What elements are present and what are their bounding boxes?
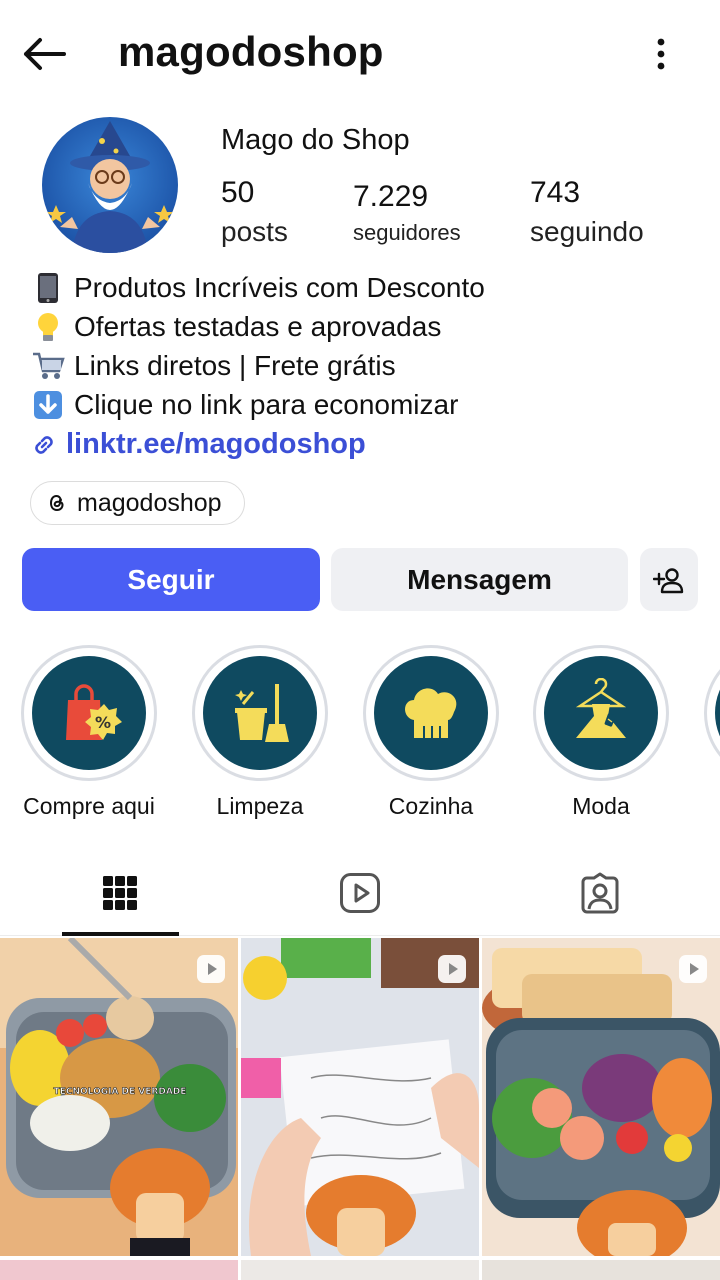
svg-text:%: % — [95, 713, 111, 732]
profile-link[interactable]: linktr.ee/magodoshop — [30, 428, 366, 461]
post-thumbnail[interactable] — [482, 1260, 720, 1280]
post-overlay-text: TECNOLOGIA DE VERDADE — [54, 1087, 187, 1097]
highlight-label: Compre aqui — [23, 793, 155, 819]
highlight-label: Moda — [572, 793, 630, 819]
wizard-avatar-icon — [42, 117, 178, 253]
post-thumbnail[interactable] — [0, 1260, 238, 1280]
stat-followers[interactable]: 7.229 seguidores — [353, 176, 461, 246]
suggest-users-button[interactable] — [640, 548, 698, 611]
link-icon — [35, 435, 53, 454]
more-options-button[interactable] — [640, 30, 682, 78]
posts-label: posts — [221, 216, 288, 247]
follow-button[interactable]: Seguir — [22, 548, 320, 611]
highlight-partial-icon — [715, 656, 720, 770]
lightbulb-emoji-icon — [30, 311, 66, 343]
highlight-partial[interactable]: D — [702, 645, 720, 820]
back-arrow-icon — [24, 38, 66, 70]
cart-emoji-icon — [30, 350, 66, 382]
bio-text: Produtos Incríveis com Desconto — [74, 271, 485, 303]
following-count: 743 — [530, 176, 581, 209]
posts-grid: TECNOLOGIA DE VERDADE — [0, 938, 720, 1280]
bio-line: Ofertas testadas e aprovadas — [30, 307, 700, 346]
reels-icon — [340, 873, 380, 913]
post-thumbnail[interactable] — [482, 938, 720, 1256]
stat-following[interactable]: 743 seguindo — [530, 176, 644, 248]
story-highlights: % Compre aqui Limpeza Cozinha Moda — [0, 645, 720, 825]
post-image-lunchbox-sandwich — [482, 938, 720, 1256]
threads-badge[interactable]: magodoshop — [30, 481, 245, 525]
post-thumbnail[interactable] — [241, 938, 479, 1256]
active-tab-indicator — [62, 932, 179, 936]
highlight-label: Limpeza — [216, 793, 304, 819]
reel-badge-icon — [679, 955, 707, 983]
followers-label: seguidores — [353, 220, 461, 245]
post-image-lunchbox: TECNOLOGIA DE VERDADE — [0, 938, 238, 1256]
back-button[interactable] — [18, 30, 70, 78]
page-title: magodoshop — [118, 28, 384, 75]
tagged-icon — [581, 872, 619, 914]
following-label: seguindo — [530, 216, 644, 247]
highlight-limpeza[interactable]: Limpeza — [190, 645, 330, 820]
post-image-coloring-book — [241, 938, 479, 1256]
bio-text: Clique no link para economizar — [74, 388, 459, 420]
shopping-bag-discount-icon: % — [66, 684, 122, 740]
cleaning-bucket-broom-icon — [235, 684, 289, 742]
grid-icon — [103, 876, 137, 910]
bio-line: Clique no link para economizar — [30, 385, 700, 424]
link-text: linktr.ee/magodoshop — [66, 428, 366, 460]
more-vertical-icon — [657, 38, 665, 70]
highlight-moda[interactable]: Moda — [531, 645, 671, 820]
highlight-label: Cozinha — [388, 793, 474, 819]
profile-tabs — [0, 850, 720, 936]
bio-line: Produtos Incríveis com Desconto — [30, 268, 700, 307]
posts-count: 50 — [221, 176, 255, 209]
highlight-compre-aqui[interactable]: % Compre aqui — [19, 645, 159, 820]
reel-badge-icon — [197, 955, 225, 983]
tab-grid[interactable] — [0, 850, 240, 936]
top-bar: magodoshop — [0, 0, 720, 108]
post-thumbnail[interactable] — [241, 1260, 479, 1280]
highlight-cozinha[interactable]: Cozinha — [361, 645, 501, 820]
dress-tag-icon — [575, 678, 627, 738]
tab-tagged[interactable] — [480, 850, 720, 936]
bio-line: Links diretos | Frete grátis — [30, 346, 700, 385]
bio-text: Links diretos | Frete grátis — [74, 349, 396, 381]
avatar[interactable] — [42, 117, 178, 253]
bio-text: Ofertas testadas e aprovadas — [74, 310, 442, 342]
highlight-label: D — [702, 793, 720, 820]
down-arrow-emoji-icon — [30, 389, 66, 421]
threads-handle: magodoshop — [77, 488, 222, 517]
phone-emoji-icon — [30, 272, 66, 304]
tab-reels[interactable] — [240, 850, 480, 936]
post-thumbnail[interactable]: TECNOLOGIA DE VERDADE — [0, 938, 238, 1256]
add-user-icon — [653, 567, 684, 593]
chef-hat-icon — [405, 688, 457, 738]
threads-icon — [49, 494, 64, 512]
bio: Produtos Incríveis com Desconto Ofertas … — [30, 268, 700, 424]
message-button[interactable]: Mensagem — [331, 548, 628, 611]
reel-badge-icon — [438, 955, 466, 983]
followers-count: 7.229 — [353, 180, 429, 213]
display-name: Mago do Shop — [221, 124, 410, 156]
stat-posts[interactable]: 50 posts — [221, 176, 288, 248]
